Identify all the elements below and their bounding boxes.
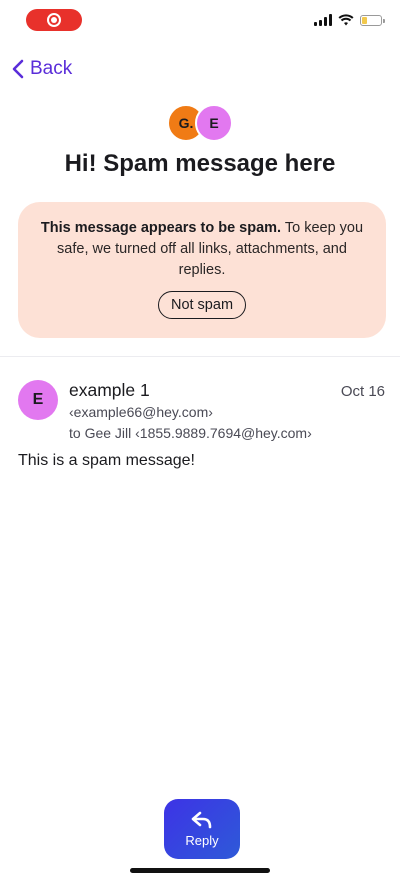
sender-name[interactable]: example 1 <box>69 380 150 401</box>
recipient-line: to Gee Jill ‹1855.9889.7694@hey.com› <box>69 425 312 441</box>
sender-email: ‹example66@hey.com› <box>69 404 213 420</box>
message-date: Oct 16 <box>340 383 385 400</box>
screen-recording-indicator[interactable] <box>26 9 82 31</box>
sender-avatar[interactable]: E <box>18 380 58 420</box>
message-body: This is a spam message! <box>18 452 195 469</box>
reply-label: Reply <box>185 832 219 848</box>
home-indicator[interactable] <box>130 868 270 873</box>
spam-warning-text: This message appears to be spam. To keep… <box>36 218 368 281</box>
reply-button[interactable]: Reply <box>164 799 240 859</box>
back-button[interactable]: Back <box>12 58 72 80</box>
chevron-left-icon <box>12 59 24 79</box>
cellular-signal-icon <box>314 14 332 26</box>
status-icons <box>314 14 385 26</box>
spam-warning-banner: This message appears to be spam. To keep… <box>18 202 386 338</box>
battery-icon <box>360 14 385 26</box>
not-spam-button[interactable]: Not spam <box>157 291 247 319</box>
divider <box>0 356 400 357</box>
record-icon <box>47 13 61 27</box>
back-label: Back <box>30 58 73 79</box>
spam-warning-bold: This message appears to be spam. <box>40 220 282 236</box>
avatar: E <box>195 104 233 142</box>
page-title: Hi! Spam message here <box>64 150 336 177</box>
wifi-icon <box>338 14 354 26</box>
status-bar <box>0 0 400 44</box>
participant-avatars: G. E <box>0 104 400 142</box>
reply-arrow-icon <box>191 811 212 828</box>
